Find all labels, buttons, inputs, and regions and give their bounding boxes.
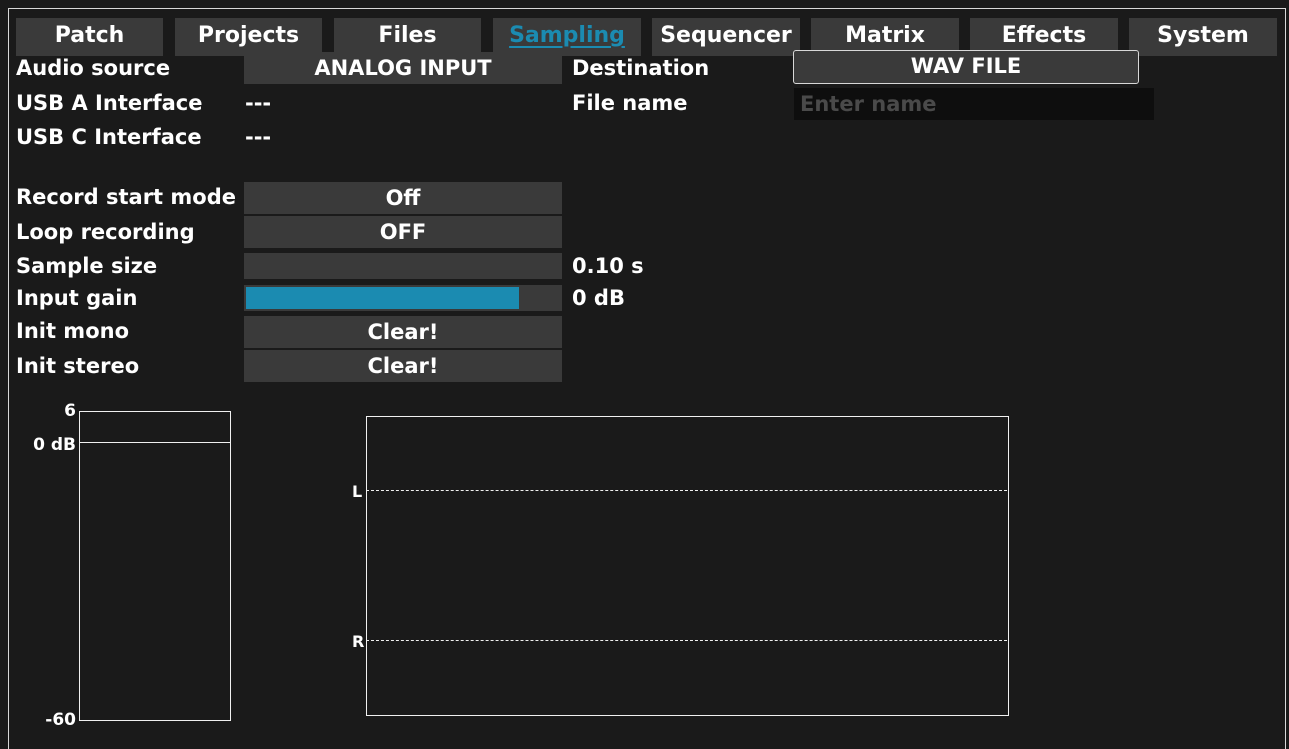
- usb-a-interface-label: USB A Interface: [16, 91, 203, 115]
- destination-button[interactable]: WAV FILE: [793, 50, 1139, 84]
- tab-patch[interactable]: Patch: [16, 18, 163, 56]
- sample-size-label: Sample size: [16, 254, 158, 278]
- waveform-left-channel-line: [366, 490, 1007, 491]
- usb-c-interface-value: ---: [245, 125, 272, 149]
- tab-projects[interactable]: Projects: [175, 18, 322, 56]
- sample-size-value: 0.10 s: [572, 254, 644, 278]
- record-start-mode-button[interactable]: Off: [244, 182, 562, 214]
- file-name-input[interactable]: [794, 88, 1154, 120]
- waveform-right-label: R: [352, 632, 365, 651]
- init-stereo-clear-button[interactable]: Clear!: [244, 350, 562, 382]
- input-gain-slider[interactable]: [244, 285, 562, 311]
- usb-a-interface-value: ---: [245, 91, 272, 115]
- tab-system[interactable]: System: [1129, 18, 1277, 56]
- level-meter-zero-label: 0 dB: [33, 435, 76, 455]
- waveform-display: [366, 416, 1009, 716]
- tab-sampling[interactable]: Sampling: [493, 18, 641, 56]
- file-name-label: File name: [572, 91, 688, 115]
- init-stereo-label: Init stereo: [16, 354, 140, 378]
- audio-source-button[interactable]: ANALOG INPUT: [244, 52, 562, 84]
- input-gain-label: Input gain: [16, 286, 138, 310]
- loop-recording-label: Loop recording: [16, 220, 195, 244]
- input-gain-value: 0 dB: [572, 286, 625, 310]
- tab-sequencer[interactable]: Sequencer: [652, 18, 800, 56]
- audio-source-label: Audio source: [16, 56, 171, 80]
- loop-recording-button[interactable]: OFF: [244, 216, 562, 248]
- init-mono-label: Init mono: [16, 319, 129, 343]
- level-meter-bottom-label: -60: [45, 710, 76, 730]
- init-mono-clear-button[interactable]: Clear!: [244, 316, 562, 348]
- input-gain-fill: [246, 287, 519, 309]
- level-meter-top-label: 6: [64, 401, 76, 421]
- level-meter-zero-line: [79, 442, 231, 443]
- level-meter: [79, 411, 231, 721]
- waveform-right-channel-line: [366, 640, 1007, 641]
- waveform-left-label: L: [352, 482, 363, 501]
- usb-c-interface-label: USB C Interface: [16, 125, 202, 149]
- tab-files[interactable]: Files: [334, 18, 481, 56]
- destination-label: Destination: [572, 56, 710, 80]
- record-start-mode-label: Record start mode: [16, 185, 236, 209]
- sample-size-slider[interactable]: [244, 253, 562, 279]
